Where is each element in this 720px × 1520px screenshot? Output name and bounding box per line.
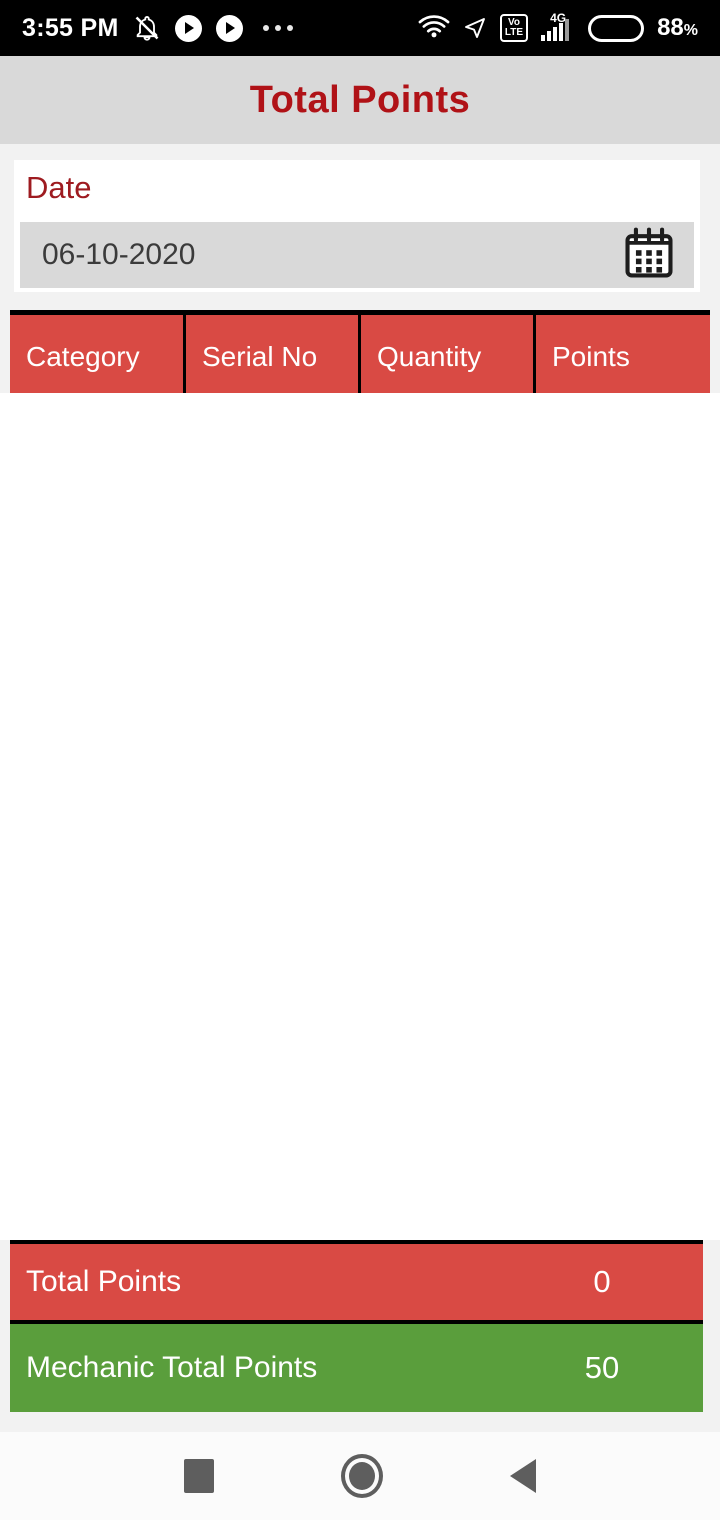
signal-bars [541, 19, 570, 41]
status-bar-right: Vo LTE 4G 88% [418, 12, 698, 42]
home-circle-icon[interactable] [340, 1454, 383, 1498]
date-card: Date 06-10-2020 [14, 160, 700, 292]
total-points-label: Total Points [26, 1265, 182, 1299]
mechanic-total-points-row: Mechanic Total Points 50 [10, 1320, 703, 1412]
table-body-empty [0, 393, 720, 1240]
column-header-category[interactable]: Category [10, 315, 186, 398]
signal-4g-icon: 4G [541, 12, 575, 41]
app-screen: 3:55 PM Vo LTE 4G 88% Total Points Date … [0, 0, 720, 1520]
wifi-icon [418, 15, 450, 41]
title-bar: Total Points [0, 56, 720, 144]
date-label: Date [26, 170, 92, 205]
back-triangle-icon[interactable] [510, 1459, 537, 1493]
status-bar: 3:55 PM Vo LTE 4G 88% [0, 0, 720, 56]
column-header-quantity[interactable]: Quantity [361, 315, 536, 398]
mechanic-total-points-label: Mechanic Total Points [26, 1351, 318, 1385]
volte-label-bottom: LTE [504, 27, 524, 38]
mute-bell-icon [133, 14, 161, 42]
volte-icon: Vo LTE [499, 14, 529, 42]
status-time: 3:55 PM [22, 13, 119, 42]
table-header-row: Category Serial No Quantity Points [10, 310, 710, 398]
play-circle-icon [215, 14, 243, 42]
location-arrow-icon [463, 15, 487, 41]
recents-square-icon[interactable] [183, 1459, 214, 1493]
page-title: Total Points [249, 78, 471, 121]
mechanic-total-points-value: 50 [584, 1350, 620, 1385]
play-circle-icon [174, 14, 202, 42]
percent-symbol: % [683, 22, 698, 39]
overflow-dots-icon [262, 25, 293, 31]
column-header-points[interactable]: Points [536, 315, 710, 398]
date-value: 06-10-2020 [42, 238, 196, 271]
column-header-serial-no[interactable]: Serial No [186, 315, 361, 398]
total-points-row: Total Points 0 [10, 1240, 703, 1320]
battery-icon [588, 14, 645, 42]
calendar-icon[interactable] [620, 225, 678, 286]
battery-value: 88 [657, 14, 684, 41]
total-points-value: 0 [593, 1264, 611, 1299]
status-bar-left: 3:55 PM [22, 14, 293, 43]
date-picker-field[interactable]: 06-10-2020 [20, 222, 694, 288]
battery-percent: 88% [657, 14, 698, 42]
points-table: Category Serial No Quantity Points [0, 305, 720, 1240]
android-nav-bar [0, 1432, 720, 1520]
totals-section: Total Points 0 Mechanic Total Points 50 [10, 1240, 703, 1412]
